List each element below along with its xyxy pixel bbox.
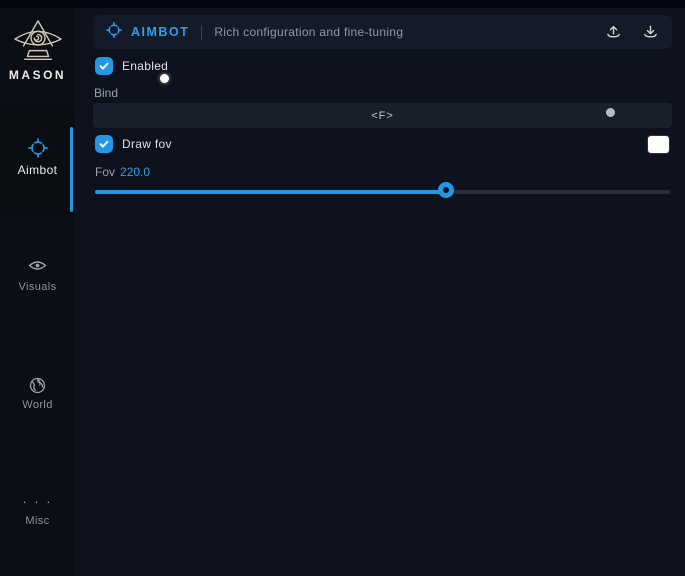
bind-label: Bind	[94, 86, 118, 100]
crosshair-icon	[106, 22, 122, 43]
draw-fov-checkbox[interactable]	[95, 135, 113, 153]
fov-slider[interactable]	[95, 182, 670, 202]
mouse-cursor	[160, 74, 169, 83]
download-icon	[642, 28, 659, 43]
enabled-row: Enabled	[95, 57, 168, 75]
ellipsis-icon: · · ·	[0, 494, 75, 509]
dot-icon[interactable]	[606, 108, 615, 117]
keybind-value: <F>	[371, 110, 394, 122]
active-indicator-bar	[70, 127, 73, 212]
upload-icon	[605, 28, 622, 43]
crosshair-icon	[0, 138, 75, 163]
enabled-checkbox[interactable]	[95, 57, 113, 75]
export-config-button[interactable]	[605, 24, 622, 40]
draw-fov-label: Draw fov	[122, 137, 172, 151]
keybind-input[interactable]: <F>	[93, 103, 672, 128]
fov-slider-fill	[95, 190, 446, 194]
sidebar-item-label: Aimbot	[0, 163, 75, 177]
fov-value: 220.0	[120, 165, 150, 179]
fov-slider-handle[interactable]	[438, 182, 454, 198]
header-divider	[201, 25, 202, 40]
window-top-strip	[0, 0, 685, 8]
sidebar-item-label: Misc	[0, 515, 75, 527]
sidebar-item-aimbot[interactable]: Aimbot	[0, 105, 75, 218]
globe-icon	[0, 377, 75, 399]
fov-value-row: Fov 220.0	[95, 165, 150, 179]
mason-eye-pyramid-icon	[0, 18, 75, 66]
sidebar-item-label: Visuals	[0, 281, 75, 293]
main-panel: AIMBOT Rich configuration and fine-tunin…	[75, 8, 685, 576]
page-subtitle: Rich configuration and fine-tuning	[214, 25, 403, 39]
draw-fov-color-swatch[interactable]	[647, 135, 670, 154]
sidebar: MASON Aimbot Visuals	[0, 8, 75, 576]
sidebar-item-label: World	[0, 399, 75, 411]
app-logo: MASON	[0, 18, 75, 82]
page-header: AIMBOT Rich configuration and fine-tunin…	[93, 15, 672, 49]
draw-fov-row: Draw fov	[95, 135, 172, 153]
enabled-label: Enabled	[122, 59, 168, 73]
page-title: AIMBOT	[131, 25, 189, 39]
eye-icon	[0, 259, 75, 277]
app-title: MASON	[0, 68, 75, 82]
fov-label: Fov	[95, 165, 115, 179]
import-config-button[interactable]	[642, 24, 659, 40]
